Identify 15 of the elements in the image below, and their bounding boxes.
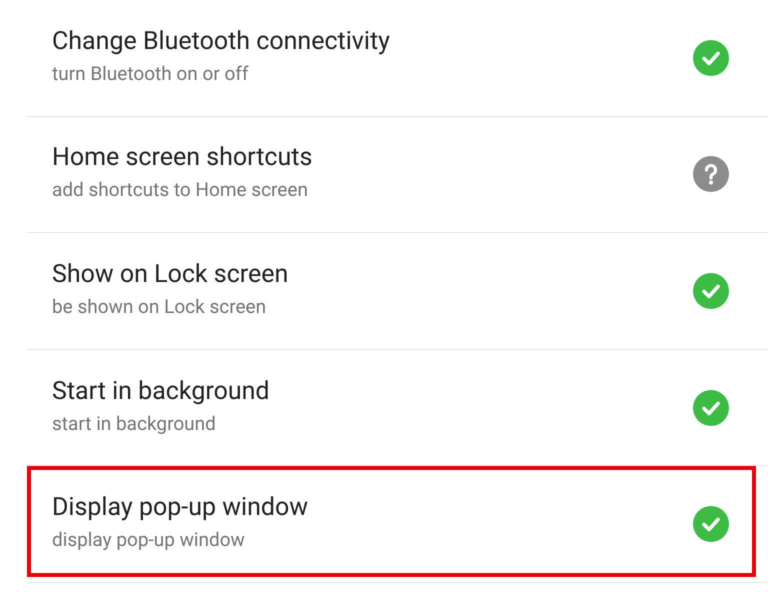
permission-title: Display pop-up window	[52, 493, 310, 522]
check-icon	[693, 272, 729, 309]
check-icon	[693, 40, 729, 76]
permission-title: Home screen shortcuts	[52, 143, 314, 172]
permission-description: add shortcuts to Home screen	[52, 178, 309, 202]
permission-description: turn Bluetooth on or off	[52, 62, 250, 85]
permission-title: Change Bluetooth connectivity	[52, 26, 391, 56]
permission-description: display pop-up window	[52, 528, 246, 552]
check-icon	[693, 390, 729, 426]
question-icon	[693, 156, 729, 192]
permission-title: Start in background	[52, 376, 271, 406]
check-icon	[693, 506, 729, 542]
permission-title: Show on Lock screen	[52, 260, 290, 289]
permission-description: be shown on Lock screen	[52, 294, 268, 318]
permission-description: start in background	[52, 412, 217, 435]
